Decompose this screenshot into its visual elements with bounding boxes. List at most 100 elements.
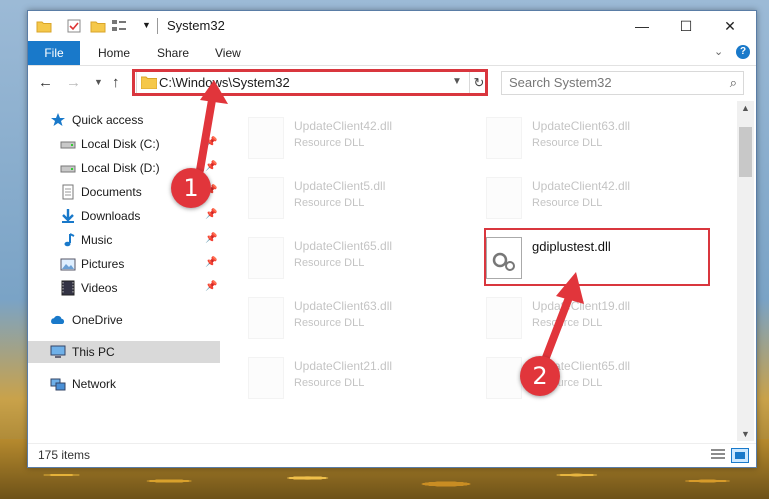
documents-icon: [62, 184, 74, 200]
dll-file-icon: [248, 177, 284, 219]
cloud-icon: [51, 315, 65, 324]
properties-icon[interactable]: [66, 18, 82, 34]
sidebar-item-music[interactable]: Music 📌: [28, 229, 220, 251]
address-path[interactable]: C:\Windows\System32: [159, 75, 290, 90]
file-type: Resource DLL: [532, 317, 603, 329]
scroll-down-icon[interactable]: ▼: [741, 429, 750, 439]
search-input[interactable]: Search System32 ⌕: [501, 71, 744, 95]
item-count: 175 items: [38, 448, 91, 462]
navigation-bar: ← → ▼ ↑ C:\Windows\System32 ▼ ↻ Search S…: [28, 66, 756, 100]
file-type: Resource DLL: [294, 197, 365, 209]
scrollbar-thumb[interactable]: [739, 127, 752, 177]
music-icon: [64, 233, 75, 247]
address-dropdown-icon[interactable]: ▼: [452, 76, 462, 87]
file-type: Resource DLL: [294, 317, 365, 329]
download-icon: [62, 209, 74, 223]
pin-icon: 📌: [205, 137, 218, 148]
folder-icon[interactable]: [36, 18, 52, 34]
list-item[interactable]: UpdateClient65.dll Resource DLL: [248, 231, 478, 283]
list-item[interactable]: UpdateClient5.dll Resource DLL: [248, 171, 478, 223]
minimize-button[interactable]: —: [620, 11, 664, 41]
file-name: UpdateClient42.dll: [532, 179, 631, 193]
pictures-icon: [60, 258, 76, 271]
sidebar-item-onedrive[interactable]: OneDrive: [28, 309, 220, 331]
file-name: UpdateClient21.dll: [294, 359, 393, 373]
ribbon-tabs: File Home Share View ⌄ ?: [28, 41, 756, 66]
dll-file-icon: [248, 297, 284, 339]
tab-file[interactable]: File: [28, 41, 80, 65]
dll-file-icon: [486, 297, 522, 339]
sidebar-item-pictures[interactable]: Pictures 📌: [28, 253, 220, 275]
list-item[interactable]: UpdateClient42.dll Resource DLL: [248, 111, 478, 163]
quick-access-dropdown-icon[interactable]: ▼: [142, 20, 158, 36]
up-button[interactable]: ↑: [112, 74, 120, 91]
sidebar-item-label: This PC: [72, 345, 115, 359]
list-item[interactable]: UpdateClient63.dll Resource DLL: [248, 291, 478, 343]
navigation-pane: Quick access Local Disk (C:) 📌 Local Dis…: [28, 101, 220, 441]
file-name: UpdateClient42.dll: [294, 119, 393, 133]
videos-icon: [61, 280, 75, 296]
scroll-up-icon[interactable]: ▲: [741, 103, 750, 113]
file-type: Resource DLL: [532, 197, 603, 209]
callout-one: 1: [171, 168, 211, 208]
drive-icon: [60, 165, 76, 173]
pin-icon: 📌: [205, 233, 218, 244]
status-bar: 175 items: [28, 443, 756, 466]
tab-share[interactable]: Share: [157, 41, 189, 65]
sidebar-item-downloads[interactable]: Downloads 📌: [28, 205, 220, 227]
help-icon[interactable]: ?: [736, 45, 750, 59]
callout-two: 2: [520, 356, 560, 396]
large-icons-view-icon[interactable]: [731, 448, 749, 463]
tab-home[interactable]: Home: [98, 41, 130, 65]
details-view-icon[interactable]: [710, 448, 726, 461]
pin-icon: 📌: [205, 281, 218, 292]
file-type: Resource DLL: [294, 377, 365, 389]
sidebar-item-quick-access[interactable]: Quick access: [28, 109, 220, 131]
list-item[interactable]: UpdateClient21.dll Resource DLL: [248, 351, 478, 403]
vertical-scrollbar[interactable]: ▲ ▼: [737, 101, 754, 441]
sidebar-item-local-disk-c[interactable]: Local Disk (C:) 📌: [28, 133, 220, 155]
sidebar-item-network[interactable]: Network: [28, 373, 220, 395]
new-folder-icon[interactable]: [90, 18, 106, 34]
file-type: Resource DLL: [294, 137, 365, 149]
sidebar-item-label: Documents: [81, 185, 142, 199]
drive-icon: [60, 141, 76, 149]
title-bar: ▼ System32 — ☐ ✕: [28, 11, 756, 41]
file-type: Resource DLL: [294, 257, 365, 269]
list-item[interactable]: UpdateClient63.dll Resource DLL: [486, 111, 716, 163]
computer-icon: [50, 345, 66, 358]
dll-file-icon: [248, 117, 284, 159]
file-name: UpdateClient19.dll: [532, 299, 631, 313]
sidebar-item-label: Videos: [81, 281, 118, 295]
pin-icon: 📌: [205, 161, 218, 172]
expand-ribbon-icon[interactable]: ⌄: [714, 45, 723, 58]
sidebar-item-label: Local Disk (C:): [81, 137, 160, 151]
sidebar-item-label: Downloads: [81, 209, 141, 223]
sidebar-item-label: Quick access: [72, 113, 144, 127]
file-name: UpdateClient5.dll: [294, 179, 386, 193]
file-explorer-window: ▼ System32 — ☐ ✕ File Home Share View ⌄ …: [27, 10, 757, 468]
tab-view[interactable]: View: [215, 41, 241, 65]
pin-icon: 📌: [205, 209, 218, 220]
file-name: UpdateClient63.dll: [532, 119, 631, 133]
dll-file-icon: [248, 357, 284, 399]
list-item[interactable]: UpdateClient19.dll Resource DLL: [486, 291, 716, 343]
customize-toolbar-icon[interactable]: [111, 18, 127, 34]
maximize-button[interactable]: ☐: [664, 11, 708, 41]
pin-icon: 📌: [205, 257, 218, 268]
sidebar-item-this-pc[interactable]: This PC: [28, 341, 220, 363]
close-button[interactable]: ✕: [708, 11, 752, 41]
forward-button[interactable]: →: [66, 74, 81, 91]
list-item[interactable]: UpdateClient42.dll Resource DLL: [486, 171, 716, 223]
sidebar-item-videos[interactable]: Videos 📌: [28, 277, 220, 299]
search-placeholder: Search System32: [509, 75, 612, 90]
dll-file-icon: [486, 357, 522, 399]
dll-file-icon: [248, 237, 284, 279]
sidebar-item-label: Pictures: [81, 257, 125, 271]
back-button[interactable]: ←: [38, 74, 53, 91]
refresh-button[interactable]: ↻: [469, 72, 488, 94]
sidebar-item-label: OneDrive: [72, 313, 123, 327]
address-bar[interactable]: C:\Windows\System32 ▼ ↻: [136, 71, 488, 95]
recent-locations-icon[interactable]: ▼: [94, 77, 103, 87]
folder-icon: [141, 76, 157, 89]
